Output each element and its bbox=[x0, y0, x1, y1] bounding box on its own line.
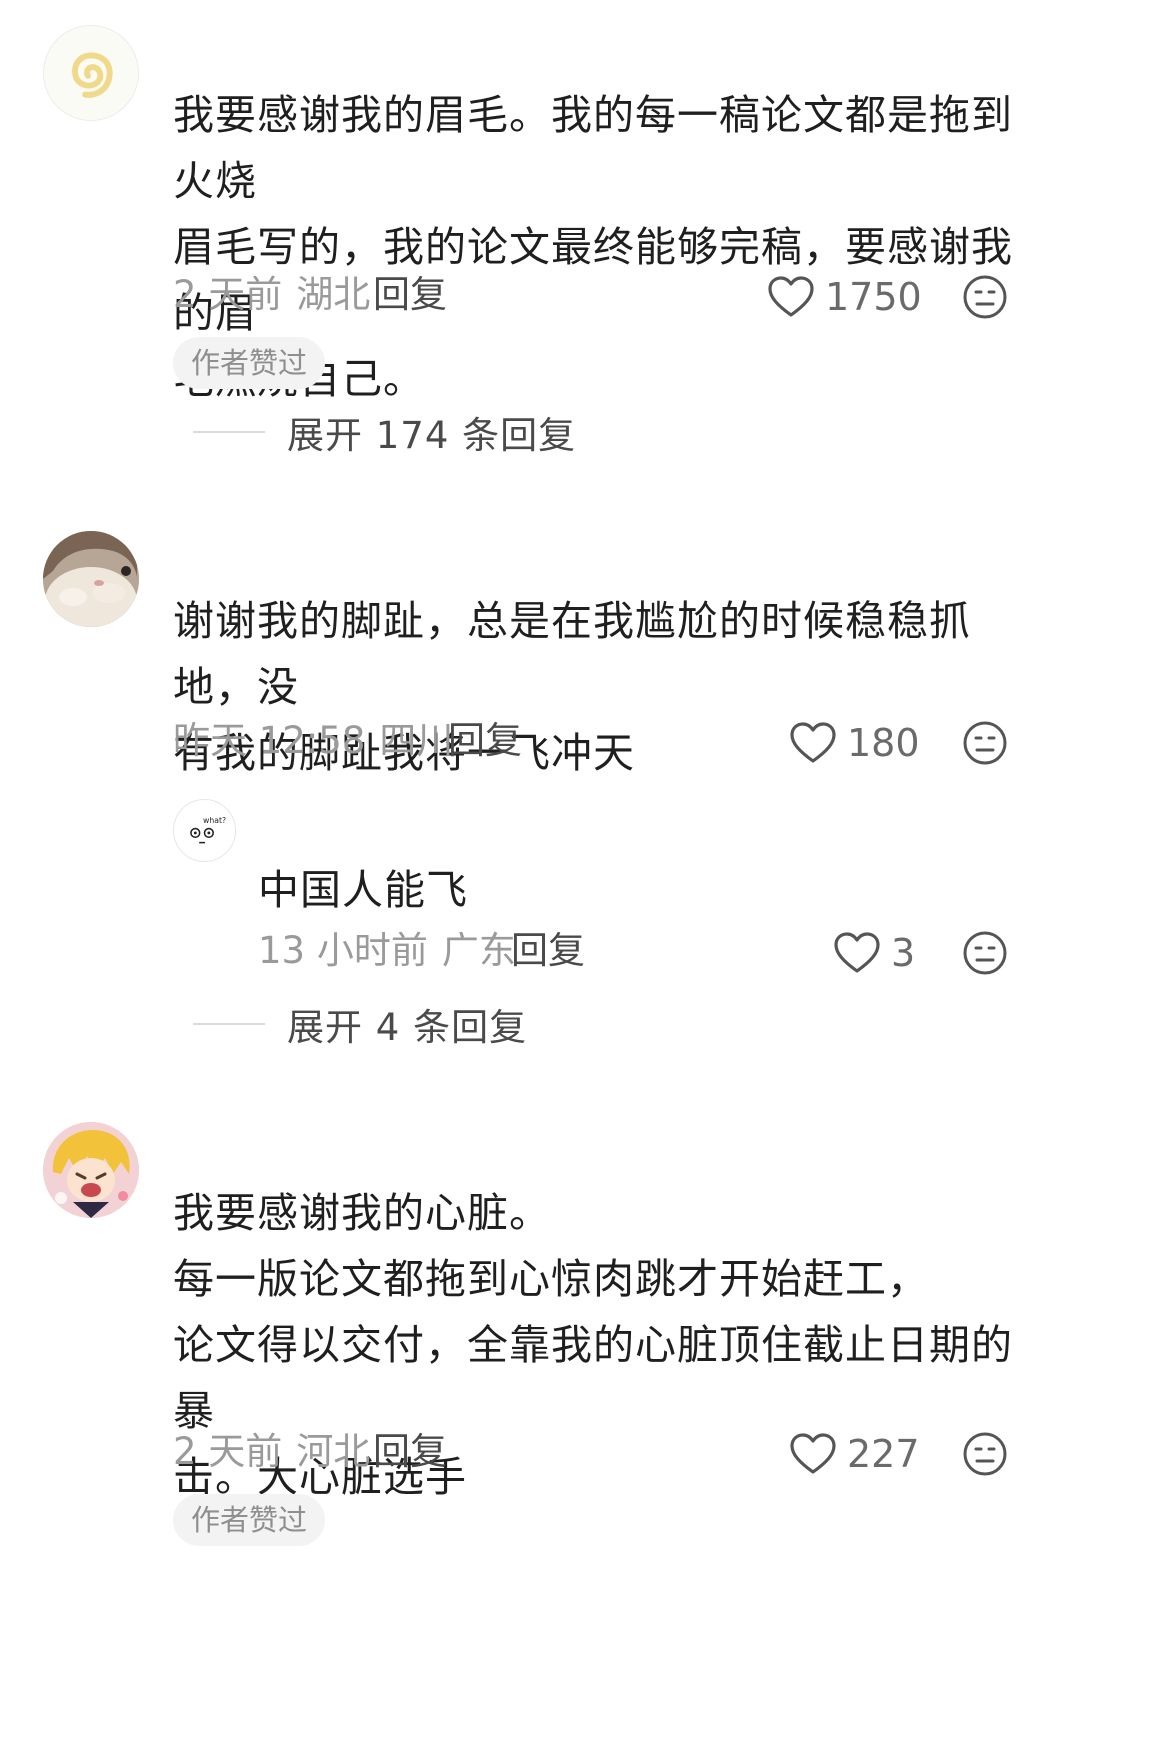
comment-time: 昨天 12:58 bbox=[173, 719, 366, 762]
comment-location: 四川 bbox=[379, 719, 454, 762]
swirl-avatar-icon bbox=[72, 52, 113, 98]
doodle-face-avatar-icon: what? bbox=[190, 816, 226, 844]
reply-location: 广东 bbox=[441, 929, 516, 972]
like-count: 180 bbox=[847, 721, 920, 765]
like-count: 227 bbox=[847, 1432, 920, 1476]
comment-time: 2 天前 bbox=[173, 1430, 283, 1473]
expand-replies-button[interactable]: 展开 174 条回复 bbox=[193, 406, 576, 458]
heart-outline-icon bbox=[790, 1433, 836, 1474]
reply-button[interactable]: 回复 bbox=[448, 717, 522, 765]
expand-replies-label: 展开 174 条回复 bbox=[287, 414, 577, 457]
emoji-reaction-button[interactable] bbox=[961, 1430, 1009, 1478]
anime-character-avatar-icon bbox=[43, 1122, 139, 1218]
neutral-face-icon bbox=[963, 1432, 1007, 1476]
emoji-reaction-button[interactable] bbox=[961, 719, 1009, 767]
like-button[interactable]: 3 bbox=[833, 929, 915, 977]
divider-line bbox=[193, 431, 265, 433]
reply-button[interactable]: 回复 bbox=[511, 927, 585, 975]
divider-line bbox=[193, 1023, 265, 1025]
heart-outline-icon bbox=[790, 722, 836, 763]
cat-avatar-icon bbox=[43, 531, 139, 627]
like-count: 1750 bbox=[825, 275, 922, 319]
comment-location: 河北 bbox=[296, 1430, 371, 1473]
author-liked-badge: 作者赞过 bbox=[173, 1494, 326, 1546]
comment-time: 2 天前 bbox=[173, 273, 283, 316]
svg-text:what?: what? bbox=[203, 816, 226, 825]
avatar[interactable] bbox=[43, 531, 139, 627]
reply-button[interactable]: 回复 bbox=[373, 1428, 447, 1476]
expand-replies-label: 展开 4 条回复 bbox=[287, 1006, 528, 1049]
comment-meta: 2 天前 河北 bbox=[173, 1428, 370, 1476]
emoji-reaction-button[interactable] bbox=[961, 273, 1009, 321]
reply-text: 中国人能飞 bbox=[258, 866, 468, 914]
like-button[interactable]: 180 bbox=[789, 719, 920, 767]
avatar[interactable] bbox=[43, 1122, 139, 1218]
neutral-face-icon bbox=[963, 721, 1007, 765]
neutral-face-icon bbox=[963, 275, 1007, 319]
author-liked-badge: 作者赞过 bbox=[173, 337, 326, 389]
avatar[interactable] bbox=[43, 25, 139, 121]
reply-meta: 13 小时前 广东 bbox=[258, 927, 516, 975]
emoji-reaction-button[interactable] bbox=[961, 929, 1009, 977]
reply-time: 13 小时前 bbox=[258, 929, 428, 972]
like-count: 3 bbox=[891, 931, 916, 975]
comment-meta: 2 天前 湖北 bbox=[173, 271, 370, 319]
comment-meta: 昨天 12:58 四川 bbox=[173, 717, 453, 765]
like-button[interactable]: 227 bbox=[789, 1430, 920, 1478]
heart-outline-icon bbox=[834, 932, 880, 973]
heart-outline-icon bbox=[768, 276, 814, 317]
avatar[interactable]: what? bbox=[173, 799, 236, 862]
reply-button[interactable]: 回复 bbox=[373, 271, 447, 319]
expand-replies-button[interactable]: 展开 4 条回复 bbox=[193, 998, 527, 1050]
comment-location: 湖北 bbox=[296, 273, 371, 316]
like-button[interactable]: 1750 bbox=[767, 273, 922, 321]
neutral-face-icon bbox=[963, 931, 1007, 975]
